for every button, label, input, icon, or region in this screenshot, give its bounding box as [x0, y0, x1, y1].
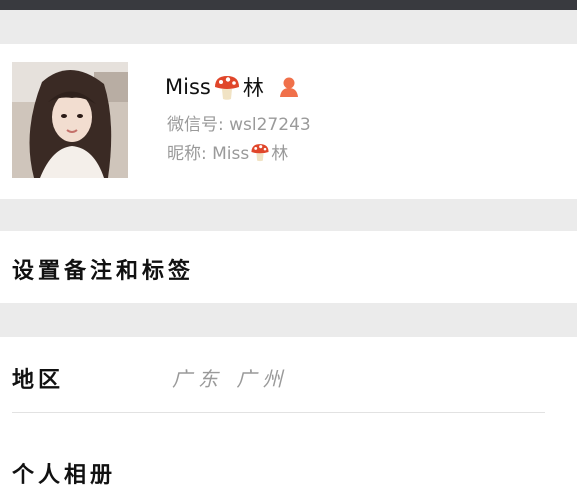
section-gap: [0, 199, 577, 231]
gender-female-icon: [279, 77, 298, 97]
name-suffix: 林: [242, 76, 264, 100]
section-gap: [0, 10, 577, 44]
profile-card[interactable]: Miss 林 微信号: wsl27243 昵称: Miss 林: [0, 44, 577, 199]
status-bar: [0, 0, 577, 10]
region-value: 广东 广州: [172, 367, 289, 391]
avatar-photo: [12, 62, 128, 178]
avatar[interactable]: [12, 62, 128, 178]
wechat-id: 微信号: wsl27243: [167, 115, 311, 135]
nickname-prefix: 昵称: Miss: [167, 144, 250, 164]
mushroom-icon: [251, 143, 269, 161]
mushroom-icon: [214, 76, 239, 100]
remark-tags-label: 设置备注和标签: [12, 259, 195, 284]
profile-name: Miss 林: [165, 70, 300, 104]
album-row[interactable]: 个人相册: [0, 413, 577, 503]
name-prefix: Miss: [165, 75, 211, 99]
nickname: 昵称: Miss 林: [167, 139, 288, 164]
section-gap: [0, 303, 577, 337]
album-label: 个人相册: [12, 463, 117, 488]
region-label: 地区: [12, 368, 65, 393]
remark-tags-row[interactable]: 设置备注和标签: [0, 231, 577, 303]
region-row: 地区 广东 广州: [0, 337, 577, 413]
nickname-suffix: 林: [271, 144, 289, 164]
